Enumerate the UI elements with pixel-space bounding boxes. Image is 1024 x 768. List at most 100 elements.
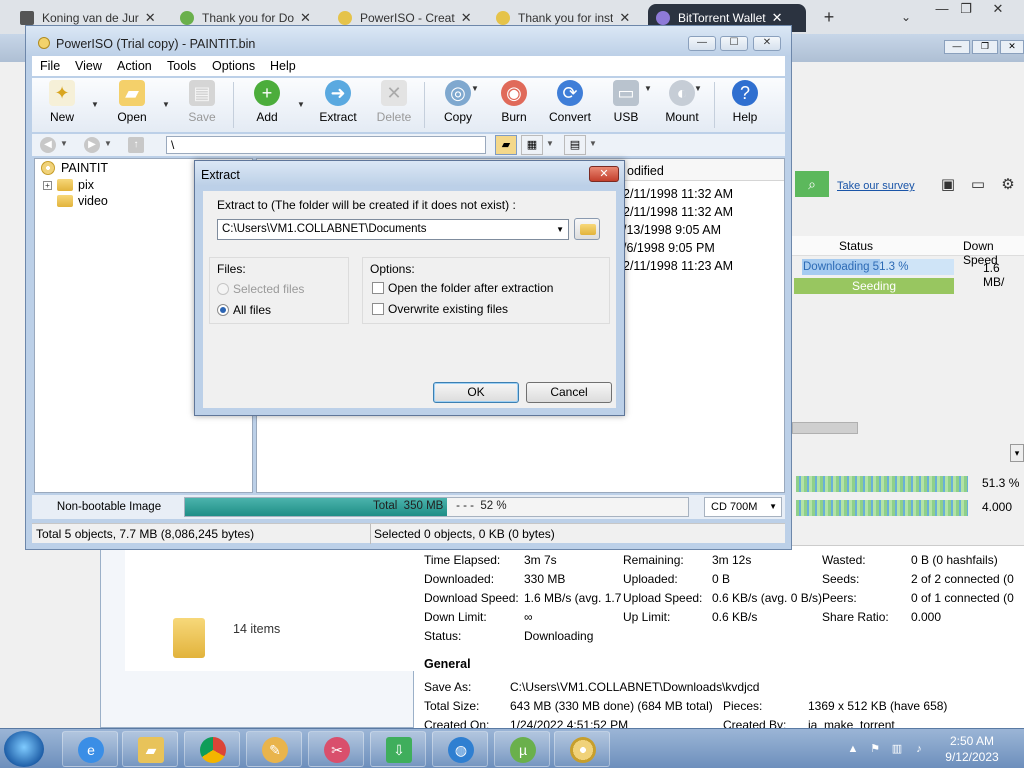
- save-button[interactable]: ▤ Save: [178, 80, 226, 124]
- taskbar-file-explorer[interactable]: ▰: [122, 731, 178, 767]
- menu-action[interactable]: Action: [117, 59, 152, 73]
- grid-view-icon[interactable]: ▦: [521, 135, 543, 155]
- menu-options[interactable]: Options: [212, 59, 255, 73]
- extract-path-combobox[interactable]: C:\Users\VM1.COLLABNET\Documents ▼: [217, 219, 569, 240]
- open-button[interactable]: ▰ Open: [108, 80, 156, 124]
- chevron-down-icon[interactable]: ▼: [546, 139, 554, 148]
- tree-item-root[interactable]: PAINTIT: [41, 161, 108, 175]
- add-button[interactable]: + Add: [243, 80, 291, 124]
- network-icon[interactable]: ▥: [890, 742, 904, 756]
- label-up-limit: Up Limit:: [623, 610, 671, 624]
- column-status[interactable]: Status: [839, 239, 873, 253]
- maximize-icon[interactable]: ☐: [720, 36, 748, 51]
- close-button[interactable]: ✕: [589, 166, 619, 182]
- close-icon[interactable]: ✕: [145, 10, 156, 26]
- globe-download-icon: ◍: [448, 737, 474, 763]
- chevron-down-icon[interactable]: ▼: [556, 220, 564, 239]
- menu-help[interactable]: Help: [270, 59, 296, 73]
- chevron-down-icon[interactable]: ▼: [91, 100, 99, 109]
- taskbar-paint[interactable]: ✎: [246, 731, 302, 767]
- taskbar-snipping-tool[interactable]: ✂: [308, 731, 364, 767]
- chevron-down-icon[interactable]: ▼: [589, 139, 597, 148]
- open-folder-checkbox[interactable]: Open the folder after extraction: [372, 281, 553, 295]
- volume-icon[interactable]: ♪: [912, 742, 926, 756]
- value-download-speed: 1.6 MB/s (avg. 1.7: [524, 591, 622, 605]
- media-size-select[interactable]: CD 700M ▼: [704, 497, 782, 517]
- close-icon[interactable]: ✕: [772, 10, 783, 26]
- menu-file[interactable]: File: [40, 59, 60, 73]
- all-files-radio[interactable]: All files: [217, 303, 271, 317]
- extract-button[interactable]: ➜ Extract: [314, 80, 362, 124]
- taskbar-utorrent[interactable]: µ: [494, 731, 550, 767]
- monitor-icon[interactable]: ▭: [968, 175, 988, 195]
- new-button[interactable]: ✦ New: [38, 80, 86, 124]
- path-input[interactable]: \: [166, 136, 486, 154]
- panel-icon[interactable]: ▤: [564, 135, 586, 155]
- ok-button[interactable]: OK: [433, 382, 519, 403]
- torrent-seeding-row[interactable]: Seeding: [794, 278, 954, 294]
- chevron-down-icon[interactable]: ▾: [1010, 444, 1024, 462]
- chevron-up-icon[interactable]: ▲: [846, 742, 860, 756]
- close-icon[interactable]: ✕: [461, 10, 472, 26]
- burn-icon: ◉: [501, 80, 527, 106]
- selected-files-radio[interactable]: Selected files: [217, 282, 304, 296]
- back-icon[interactable]: ◀: [40, 137, 56, 153]
- torrent-status-bar[interactable]: Downloading 51.3 %: [802, 259, 954, 275]
- close-icon[interactable]: ✕: [753, 36, 781, 51]
- minimize-icon[interactable]: —: [688, 36, 716, 51]
- chevron-down-icon[interactable]: ▼: [644, 84, 652, 93]
- chevron-down-icon[interactable]: ▼: [694, 84, 702, 93]
- close-icon[interactable]: ✕: [300, 10, 311, 26]
- taskbar-idm[interactable]: ◍: [432, 731, 488, 767]
- browse-folder-button[interactable]: [574, 218, 600, 240]
- chevron-down-icon[interactable]: ▼: [297, 100, 305, 109]
- usb-drive-icon: ▭: [613, 80, 639, 106]
- chevron-down-icon[interactable]: ▼: [104, 139, 112, 148]
- plus-icon[interactable]: +: [818, 6, 840, 28]
- toolbar-separator: [424, 82, 425, 128]
- overwrite-checkbox[interactable]: Overwrite existing files: [372, 302, 508, 316]
- close-icon[interactable]: ✕: [984, 0, 1012, 20]
- delete-button[interactable]: ✕ Delete: [370, 80, 418, 124]
- forward-icon[interactable]: ▶: [84, 137, 100, 153]
- minimize-icon[interactable]: —: [944, 40, 970, 54]
- taskbar-chrome[interactable]: [184, 731, 240, 767]
- list-item-date: 2/11/1998 11:23 AM: [623, 259, 734, 273]
- taskbar-download-manager[interactable]: ⇩: [370, 731, 426, 767]
- action-center-icon[interactable]: ⚑: [868, 742, 882, 756]
- taskbar: e ▰ ✎ ✂ ⇩ ◍ µ ▲ ⚑ ▥ ♪ 2:50 AM 9/12/2023: [0, 728, 1024, 768]
- cancel-button[interactable]: Cancel: [526, 382, 612, 403]
- convert-button[interactable]: ⟳ Convert: [546, 80, 594, 124]
- taskbar-internet-explorer[interactable]: e: [62, 731, 118, 767]
- survey-link[interactable]: Take our survey: [837, 180, 915, 192]
- chat-icon[interactable]: ▣: [938, 175, 958, 195]
- tree-item-video[interactable]: video: [57, 194, 108, 208]
- radio-icon: [217, 283, 229, 295]
- folder-view-icon[interactable]: ▰: [495, 135, 517, 155]
- gear-icon[interactable]: ⚙: [998, 175, 1018, 195]
- delete-icon: ✕: [381, 80, 407, 106]
- close-icon[interactable]: ✕: [1000, 40, 1024, 54]
- start-button[interactable]: [4, 731, 44, 767]
- close-icon[interactable]: ✕: [619, 10, 630, 26]
- taskbar-poweriso[interactable]: [554, 731, 610, 767]
- tree-item-pix[interactable]: pix: [57, 178, 94, 192]
- horizontal-scrollbar[interactable]: [792, 422, 858, 434]
- up-folder-icon[interactable]: ↑: [128, 137, 144, 153]
- usb-button[interactable]: ▭ USB: [602, 80, 650, 124]
- clock[interactable]: 2:50 AM 9/12/2023: [936, 733, 1008, 765]
- chevron-down-icon[interactable]: ▼: [60, 139, 68, 148]
- chevron-down-icon[interactable]: ▼: [471, 84, 479, 93]
- search-icon[interactable]: ⌕: [795, 171, 829, 197]
- folder-icon: ▰: [138, 737, 164, 763]
- restore-icon[interactable]: ❐: [952, 0, 980, 20]
- help-button[interactable]: ? Help: [721, 80, 769, 124]
- column-modified[interactable]: odified: [627, 164, 664, 178]
- expand-icon[interactable]: +: [43, 181, 52, 190]
- chevron-down-icon[interactable]: ⌄: [896, 7, 916, 27]
- menu-tools[interactable]: Tools: [167, 59, 196, 73]
- menu-view[interactable]: View: [75, 59, 102, 73]
- restore-icon[interactable]: ❐: [972, 40, 998, 54]
- chevron-down-icon[interactable]: ▼: [162, 100, 170, 109]
- burn-button[interactable]: ◉ Burn: [490, 80, 538, 124]
